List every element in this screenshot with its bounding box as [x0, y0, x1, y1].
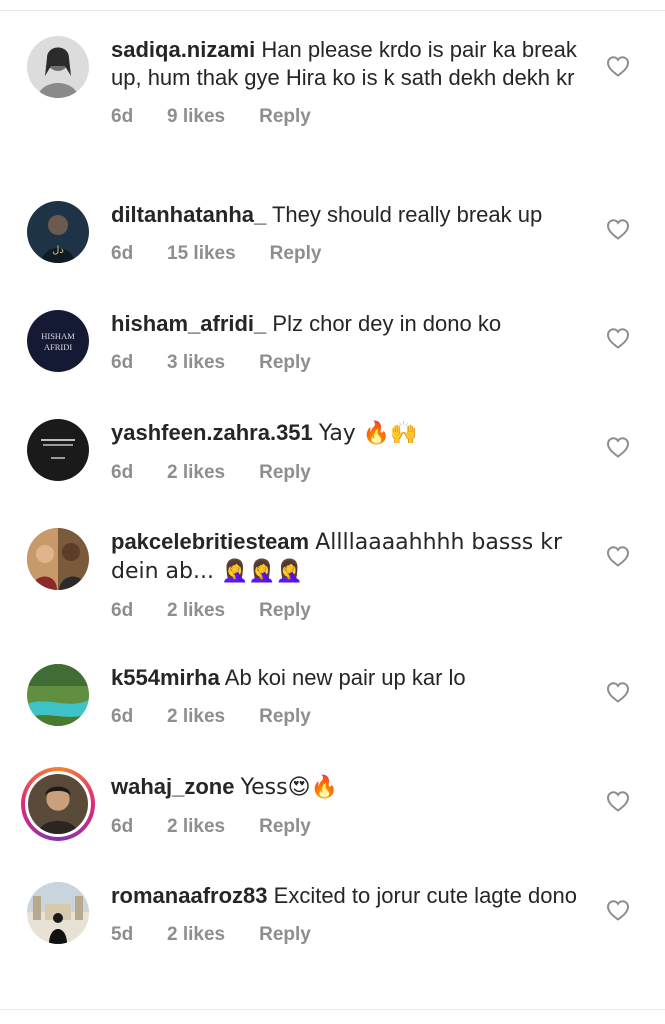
reply-button[interactable]: Reply	[259, 924, 311, 948]
comment-username[interactable]: yashfeen.zahra.351	[111, 420, 313, 445]
heart-outline-icon[interactable]	[606, 55, 630, 77]
comment-time: 6d	[111, 816, 134, 837]
comment-time: 6d	[111, 706, 134, 727]
comment-text: Plz chor dey in dono ko	[272, 311, 502, 336]
heart-outline-icon[interactable]	[606, 681, 630, 703]
comment-likes[interactable]: 2 likes	[167, 462, 225, 486]
heart-outline-icon[interactable]	[606, 790, 630, 812]
top-divider	[0, 10, 665, 11]
heart-outline-icon[interactable]	[606, 218, 630, 240]
comment-username[interactable]: hisham_afridi_	[111, 311, 266, 336]
avatar[interactable]	[27, 528, 89, 590]
heart-outline-icon[interactable]	[606, 545, 630, 567]
comment-username[interactable]: wahaj_zone	[111, 774, 234, 799]
svg-text:دل: دل	[52, 245, 64, 256]
comment-text: Yay 🔥🙌	[318, 421, 418, 446]
comment-text: Ab koi new pair up kar lo	[224, 665, 466, 690]
comment-time: 6d	[111, 106, 134, 127]
comment-time: 5d	[111, 924, 134, 945]
avatar-text: HISHAM	[41, 331, 75, 341]
reply-button[interactable]: Reply	[270, 243, 322, 267]
comment-likes[interactable]: 2 likes	[167, 706, 225, 730]
comment-likes[interactable]: 3 likes	[167, 352, 225, 376]
comment-username[interactable]: pakcelebritiesteam	[111, 529, 309, 554]
bottom-divider	[0, 1009, 665, 1010]
comment-time: 6d	[111, 600, 134, 621]
reply-button[interactable]: Reply	[259, 816, 311, 840]
reply-button[interactable]: Reply	[259, 600, 311, 624]
comment-likes[interactable]: 9 likes	[167, 106, 225, 130]
comment-time: 6d	[111, 243, 134, 264]
avatar[interactable]: HISHAM AFRIDI	[27, 310, 89, 372]
reply-button[interactable]: Reply	[259, 462, 311, 486]
comment-likes[interactable]: 2 likes	[167, 924, 225, 948]
comment-time: 6d	[111, 462, 134, 483]
reply-button[interactable]: Reply	[259, 352, 311, 376]
comment-text: Excited to jorur cute lagte dono	[273, 883, 577, 908]
reply-button[interactable]: Reply	[259, 106, 311, 130]
comment-username[interactable]: diltanhatanha_	[111, 202, 266, 227]
avatar[interactable]	[27, 664, 89, 726]
avatar[interactable]: دل	[27, 201, 89, 263]
avatar[interactable]	[27, 36, 89, 98]
comment-username[interactable]: sadiqa.nizami	[111, 37, 255, 62]
comment-time: 6d	[111, 352, 134, 373]
avatar-text: AFRIDI	[44, 342, 73, 352]
heart-outline-icon[interactable]	[606, 436, 630, 458]
comment-username[interactable]: romanaafroz83	[111, 883, 268, 908]
reply-button[interactable]: Reply	[259, 706, 311, 730]
comment-text: They should really break up	[271, 202, 543, 227]
comment-username[interactable]: k554mirha	[111, 665, 220, 690]
comment-likes[interactable]: 2 likes	[167, 600, 225, 624]
avatar-story-ring[interactable]	[21, 767, 95, 841]
heart-outline-icon[interactable]	[606, 327, 630, 349]
comment-text: Yess😍🔥	[240, 775, 338, 800]
heart-outline-icon[interactable]	[606, 899, 630, 921]
avatar[interactable]	[27, 419, 89, 481]
avatar[interactable]	[27, 882, 89, 944]
comment-likes[interactable]: 15 likes	[167, 243, 236, 267]
comment-likes[interactable]: 2 likes	[167, 816, 225, 840]
